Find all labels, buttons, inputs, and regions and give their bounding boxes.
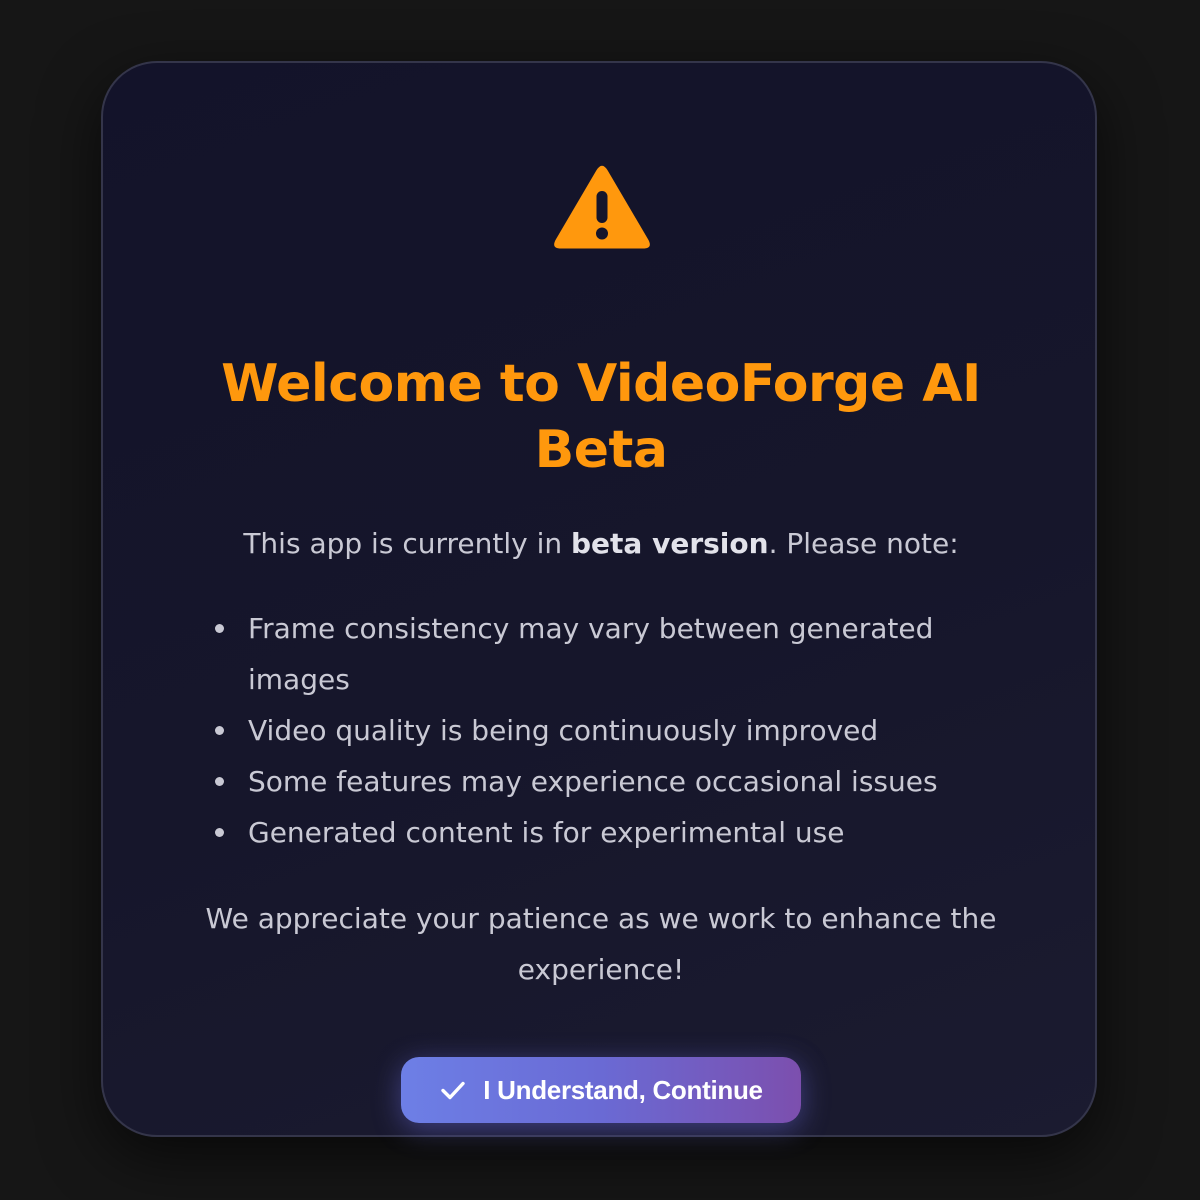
beta-notice-dialog: Welcome to VideoForge AI Beta This app i… bbox=[101, 61, 1097, 1137]
intro-text-bold: beta version bbox=[571, 527, 769, 560]
list-item: Generated content is for experimental us… bbox=[215, 807, 1008, 858]
continue-button[interactable]: I Understand, Continue bbox=[401, 1057, 801, 1123]
warning-triangle-icon bbox=[554, 165, 650, 249]
intro-text-end: . Please note: bbox=[768, 527, 959, 560]
list-item: Some features may experience occasional … bbox=[215, 756, 1008, 807]
intro-text-start: This app is currently in bbox=[243, 527, 572, 560]
list-item: Frame consistency may vary between gener… bbox=[215, 603, 1008, 705]
continue-button-label: I Understand, Continue bbox=[483, 1074, 763, 1105]
dialog-title: Welcome to VideoForge AI Beta bbox=[221, 354, 981, 480]
list-item: Video quality is being continuously impr… bbox=[215, 705, 1008, 756]
closing-text: We appreciate your patience as we work t… bbox=[205, 902, 997, 986]
intro-text: This app is currently in beta version. P… bbox=[163, 523, 1039, 565]
check-icon bbox=[441, 1081, 465, 1100]
beta-notes-list: Frame consistency may vary between gener… bbox=[215, 603, 1008, 858]
